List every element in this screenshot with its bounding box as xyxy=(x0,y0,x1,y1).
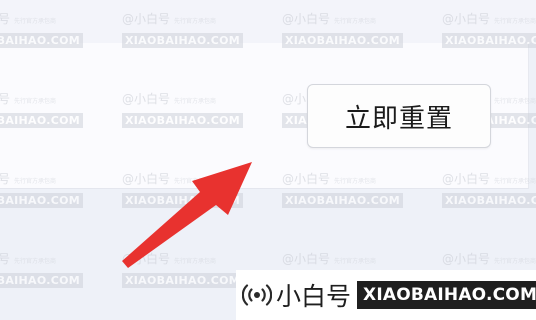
reset-now-button[interactable]: 立即重置 xyxy=(307,84,491,148)
top-panel-strip xyxy=(0,0,536,43)
screenshot-stage: @小白号先行官方承包商XIAOBAIHAO.COM@小白号先行官方承包商XIAO… xyxy=(0,0,536,320)
broadcast-icon xyxy=(241,281,273,309)
brand-badge: 小白号 XIAOBAIHAO.COM xyxy=(236,270,536,320)
reset-now-button-label: 立即重置 xyxy=(344,103,453,134)
brand-name: 小白号 xyxy=(276,282,352,311)
brand-url: XIAOBAIHAO.COM xyxy=(357,281,536,309)
